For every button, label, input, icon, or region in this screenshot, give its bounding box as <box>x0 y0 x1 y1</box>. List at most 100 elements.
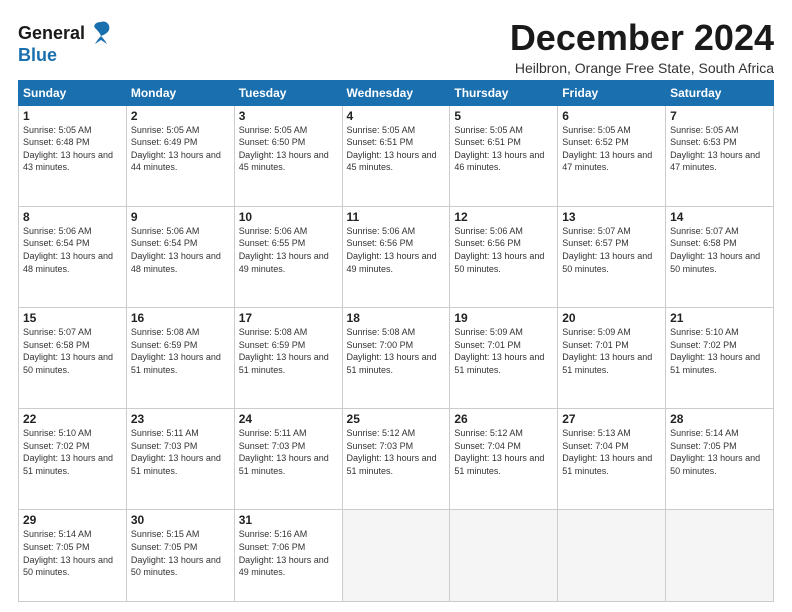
calendar-table: SundayMondayTuesdayWednesdayThursdayFrid… <box>18 80 774 602</box>
calendar-day-cell: 2Sunrise: 5:05 AMSunset: 6:49 PMDaylight… <box>126 105 234 206</box>
day-info: Sunrise: 5:09 AMSunset: 7:01 PMDaylight:… <box>562 326 661 376</box>
weekday-header: Sunday <box>19 80 127 105</box>
calendar-day-cell: 10Sunrise: 5:06 AMSunset: 6:55 PMDayligh… <box>234 206 342 307</box>
day-number: 15 <box>23 311 122 325</box>
day-info: Sunrise: 5:16 AMSunset: 7:06 PMDaylight:… <box>239 528 338 578</box>
day-number: 30 <box>131 513 230 527</box>
day-number: 5 <box>454 109 553 123</box>
calendar-day-cell: 31Sunrise: 5:16 AMSunset: 7:06 PMDayligh… <box>234 510 342 602</box>
calendar-day-cell: 14Sunrise: 5:07 AMSunset: 6:58 PMDayligh… <box>666 206 774 307</box>
calendar-day-cell: 16Sunrise: 5:08 AMSunset: 6:59 PMDayligh… <box>126 308 234 409</box>
logo: General Blue <box>18 20 115 64</box>
day-info: Sunrise: 5:07 AMSunset: 6:58 PMDaylight:… <box>23 326 122 376</box>
day-number: 19 <box>454 311 553 325</box>
day-info: Sunrise: 5:05 AMSunset: 6:48 PMDaylight:… <box>23 124 122 174</box>
logo-line1: General <box>18 23 85 44</box>
calendar-day-cell <box>558 510 666 602</box>
day-info: Sunrise: 5:10 AMSunset: 7:02 PMDaylight:… <box>670 326 769 376</box>
calendar-week-row: 8Sunrise: 5:06 AMSunset: 6:54 PMDaylight… <box>19 206 774 307</box>
calendar-day-cell <box>342 510 450 602</box>
title-section: December 2024 Heilbron, Orange Free Stat… <box>510 18 774 76</box>
day-info: Sunrise: 5:05 AMSunset: 6:50 PMDaylight:… <box>239 124 338 174</box>
weekday-header: Thursday <box>450 80 558 105</box>
day-info: Sunrise: 5:06 AMSunset: 6:54 PMDaylight:… <box>23 225 122 275</box>
day-number: 7 <box>670 109 769 123</box>
calendar-day-cell <box>450 510 558 602</box>
calendar-day-cell: 23Sunrise: 5:11 AMSunset: 7:03 PMDayligh… <box>126 409 234 510</box>
day-number: 3 <box>239 109 338 123</box>
calendar-week-row: 29Sunrise: 5:14 AMSunset: 7:05 PMDayligh… <box>19 510 774 602</box>
day-number: 23 <box>131 412 230 426</box>
day-info: Sunrise: 5:08 AMSunset: 6:59 PMDaylight:… <box>239 326 338 376</box>
day-number: 4 <box>347 109 446 123</box>
weekday-header: Saturday <box>666 80 774 105</box>
calendar-day-cell <box>666 510 774 602</box>
day-info: Sunrise: 5:11 AMSunset: 7:03 PMDaylight:… <box>239 427 338 477</box>
calendar-day-cell: 17Sunrise: 5:08 AMSunset: 6:59 PMDayligh… <box>234 308 342 409</box>
day-info: Sunrise: 5:05 AMSunset: 6:49 PMDaylight:… <box>131 124 230 174</box>
calendar-day-cell: 7Sunrise: 5:05 AMSunset: 6:53 PMDaylight… <box>666 105 774 206</box>
calendar-day-cell: 5Sunrise: 5:05 AMSunset: 6:51 PMDaylight… <box>450 105 558 206</box>
day-number: 28 <box>670 412 769 426</box>
calendar-day-cell: 12Sunrise: 5:06 AMSunset: 6:56 PMDayligh… <box>450 206 558 307</box>
day-number: 26 <box>454 412 553 426</box>
calendar-day-cell: 25Sunrise: 5:12 AMSunset: 7:03 PMDayligh… <box>342 409 450 510</box>
calendar-day-cell: 3Sunrise: 5:05 AMSunset: 6:50 PMDaylight… <box>234 105 342 206</box>
day-number: 22 <box>23 412 122 426</box>
day-info: Sunrise: 5:06 AMSunset: 6:54 PMDaylight:… <box>131 225 230 275</box>
weekday-header: Monday <box>126 80 234 105</box>
calendar-day-cell: 11Sunrise: 5:06 AMSunset: 6:56 PMDayligh… <box>342 206 450 307</box>
day-number: 17 <box>239 311 338 325</box>
day-number: 2 <box>131 109 230 123</box>
day-number: 29 <box>23 513 122 527</box>
calendar-day-cell: 30Sunrise: 5:15 AMSunset: 7:05 PMDayligh… <box>126 510 234 602</box>
day-number: 20 <box>562 311 661 325</box>
day-info: Sunrise: 5:07 AMSunset: 6:58 PMDaylight:… <box>670 225 769 275</box>
day-info: Sunrise: 5:08 AMSunset: 6:59 PMDaylight:… <box>131 326 230 376</box>
day-info: Sunrise: 5:13 AMSunset: 7:04 PMDaylight:… <box>562 427 661 477</box>
day-info: Sunrise: 5:05 AMSunset: 6:53 PMDaylight:… <box>670 124 769 174</box>
day-number: 24 <box>239 412 338 426</box>
day-info: Sunrise: 5:06 AMSunset: 6:55 PMDaylight:… <box>239 225 338 275</box>
calendar-day-cell: 19Sunrise: 5:09 AMSunset: 7:01 PMDayligh… <box>450 308 558 409</box>
month-title: December 2024 <box>510 18 774 58</box>
calendar-week-row: 1Sunrise: 5:05 AMSunset: 6:48 PMDaylight… <box>19 105 774 206</box>
day-info: Sunrise: 5:10 AMSunset: 7:02 PMDaylight:… <box>23 427 122 477</box>
day-info: Sunrise: 5:07 AMSunset: 6:57 PMDaylight:… <box>562 225 661 275</box>
day-info: Sunrise: 5:05 AMSunset: 6:51 PMDaylight:… <box>347 124 446 174</box>
logo-bird-icon <box>87 18 115 46</box>
calendar-day-cell: 4Sunrise: 5:05 AMSunset: 6:51 PMDaylight… <box>342 105 450 206</box>
page: General Blue December 2024 Heilbron, Ora… <box>0 0 792 612</box>
day-info: Sunrise: 5:12 AMSunset: 7:04 PMDaylight:… <box>454 427 553 477</box>
day-number: 31 <box>239 513 338 527</box>
calendar-day-cell: 1Sunrise: 5:05 AMSunset: 6:48 PMDaylight… <box>19 105 127 206</box>
header: General Blue December 2024 Heilbron, Ora… <box>18 18 774 76</box>
location: Heilbron, Orange Free State, South Afric… <box>510 60 774 76</box>
day-number: 14 <box>670 210 769 224</box>
day-number: 21 <box>670 311 769 325</box>
calendar-day-cell: 29Sunrise: 5:14 AMSunset: 7:05 PMDayligh… <box>19 510 127 602</box>
day-info: Sunrise: 5:05 AMSunset: 6:51 PMDaylight:… <box>454 124 553 174</box>
calendar-day-cell: 22Sunrise: 5:10 AMSunset: 7:02 PMDayligh… <box>19 409 127 510</box>
day-number: 10 <box>239 210 338 224</box>
weekday-header: Friday <box>558 80 666 105</box>
calendar-day-cell: 21Sunrise: 5:10 AMSunset: 7:02 PMDayligh… <box>666 308 774 409</box>
calendar-day-cell: 28Sunrise: 5:14 AMSunset: 7:05 PMDayligh… <box>666 409 774 510</box>
day-number: 16 <box>131 311 230 325</box>
weekday-header: Tuesday <box>234 80 342 105</box>
day-number: 18 <box>347 311 446 325</box>
day-number: 9 <box>131 210 230 224</box>
day-number: 1 <box>23 109 122 123</box>
day-info: Sunrise: 5:11 AMSunset: 7:03 PMDaylight:… <box>131 427 230 477</box>
calendar-day-cell: 18Sunrise: 5:08 AMSunset: 7:00 PMDayligh… <box>342 308 450 409</box>
day-number: 27 <box>562 412 661 426</box>
day-info: Sunrise: 5:14 AMSunset: 7:05 PMDaylight:… <box>670 427 769 477</box>
day-info: Sunrise: 5:12 AMSunset: 7:03 PMDaylight:… <box>347 427 446 477</box>
day-info: Sunrise: 5:15 AMSunset: 7:05 PMDaylight:… <box>131 528 230 578</box>
day-info: Sunrise: 5:05 AMSunset: 6:52 PMDaylight:… <box>562 124 661 174</box>
day-number: 12 <box>454 210 553 224</box>
calendar-day-cell: 13Sunrise: 5:07 AMSunset: 6:57 PMDayligh… <box>558 206 666 307</box>
day-info: Sunrise: 5:06 AMSunset: 6:56 PMDaylight:… <box>347 225 446 275</box>
day-info: Sunrise: 5:14 AMSunset: 7:05 PMDaylight:… <box>23 528 122 578</box>
calendar-day-cell: 6Sunrise: 5:05 AMSunset: 6:52 PMDaylight… <box>558 105 666 206</box>
